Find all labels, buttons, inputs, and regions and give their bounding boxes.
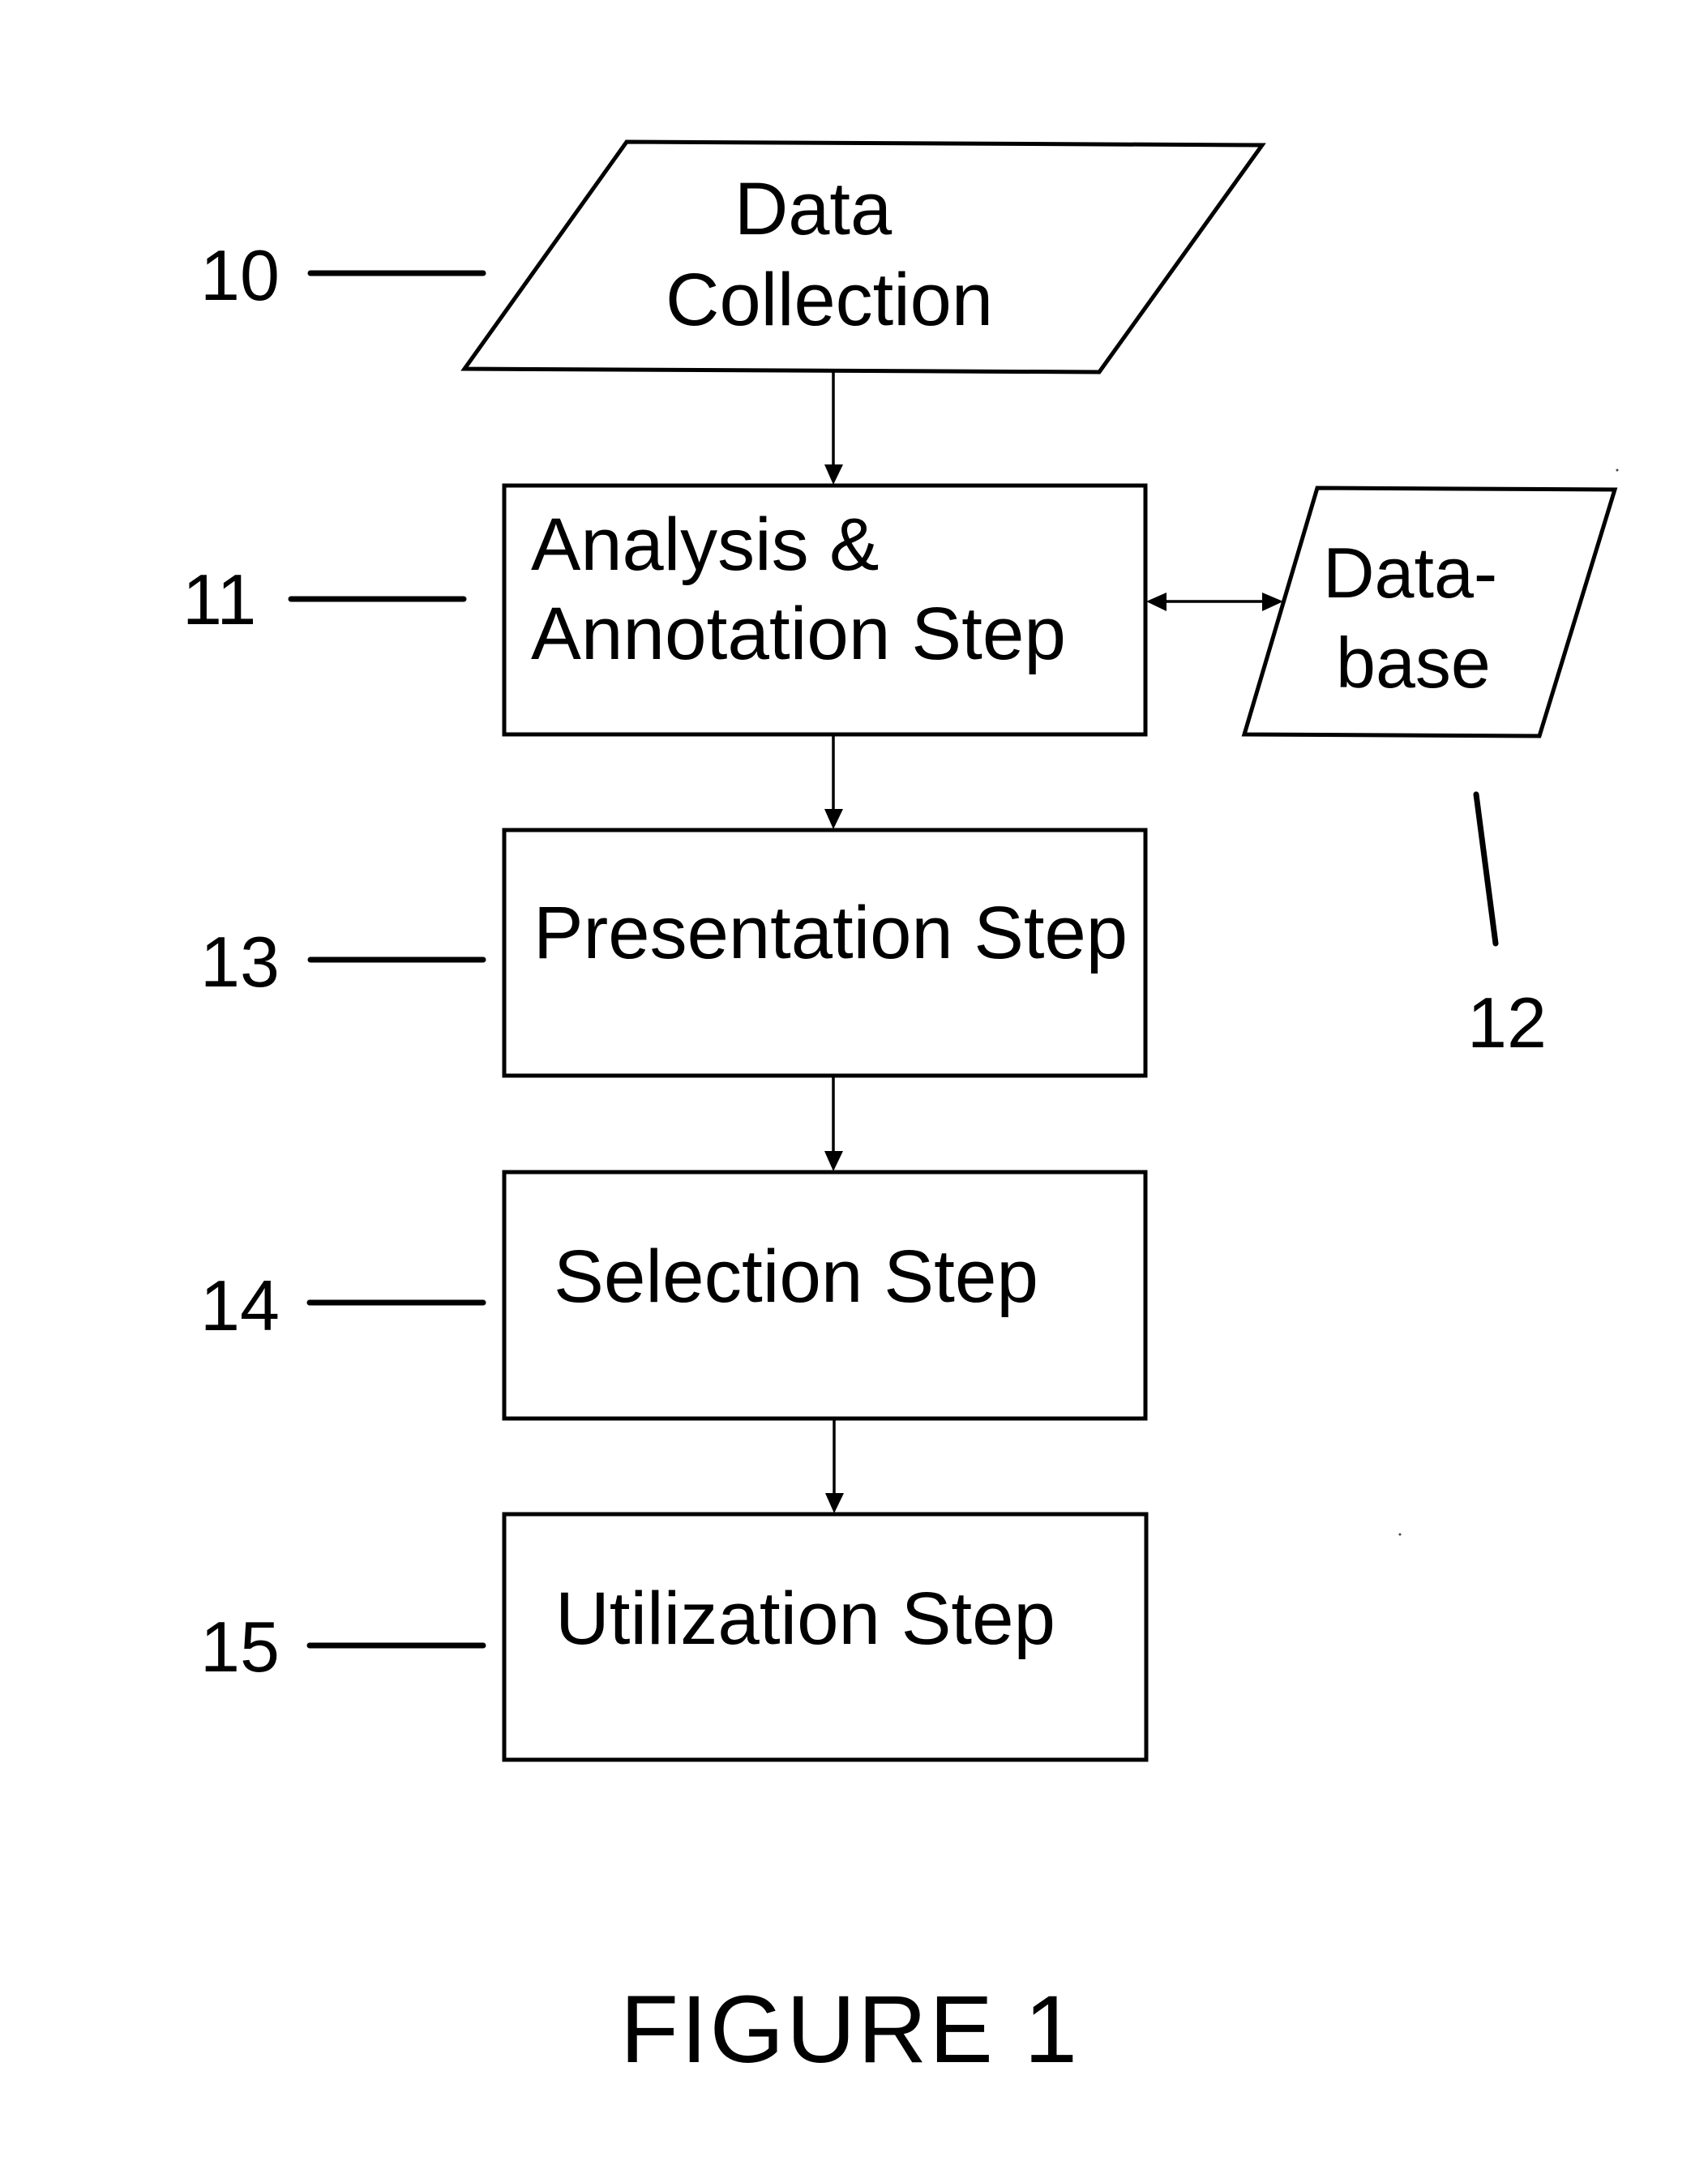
ref-15-number: 15 xyxy=(200,1607,280,1687)
ref-14-number: 14 xyxy=(200,1265,280,1346)
analysis-annotation-label-line2: Annotation Step xyxy=(531,593,1066,675)
arrowhead-down-icon xyxy=(825,1493,844,1513)
analysis-annotation-label-line1: Analysis & xyxy=(531,503,880,586)
ref-13: 13 xyxy=(200,922,486,1002)
selection-label: Selection Step xyxy=(554,1235,1038,1318)
node-analysis-annotation: Analysis & Annotation Step xyxy=(502,483,1148,737)
ref-10-number: 10 xyxy=(200,235,280,315)
arrow-selection-to-utilization xyxy=(825,1419,844,1513)
ref-10: 10 xyxy=(200,235,486,315)
arrowhead-left-icon xyxy=(1146,593,1166,611)
arrow-analysis-to-presentation xyxy=(824,734,843,829)
ref-11: 11 xyxy=(182,559,467,640)
presentation-label: Presentation Step xyxy=(533,892,1128,974)
arrowhead-down-icon xyxy=(824,464,843,485)
database-label-line2: base xyxy=(1336,623,1491,703)
ref-13-number: 13 xyxy=(200,922,280,1002)
arrowhead-down-icon xyxy=(824,1151,843,1171)
node-utilization: Utilization Step xyxy=(502,1512,1149,1762)
scan-speck xyxy=(1616,469,1619,472)
data-collection-label-line2: Collection xyxy=(666,259,993,341)
node-presentation: Presentation Step xyxy=(502,828,1148,1078)
ref-12-number: 12 xyxy=(1467,982,1547,1063)
arrow-analysis-database-bidirectional xyxy=(1146,593,1283,611)
data-collection-label-line1: Data xyxy=(734,168,893,250)
scan-speck xyxy=(1398,1533,1402,1536)
utilization-label: Utilization Step xyxy=(555,1577,1055,1660)
flowchart-diagram: Data Collection 10 Analysis & Annotation… xyxy=(182,139,1619,2083)
ref-11-number: 11 xyxy=(182,559,256,640)
node-data-collection: Data Collection xyxy=(460,139,1266,374)
arrow-data-collection-to-analysis xyxy=(824,372,843,485)
ref-15: 15 xyxy=(200,1607,486,1687)
arrow-presentation-to-selection xyxy=(824,1076,843,1171)
ref-12: 12 xyxy=(1467,791,1547,1063)
node-database: Data- base xyxy=(1241,486,1618,738)
ref-14: 14 xyxy=(200,1265,486,1346)
node-selection: Selection Step xyxy=(502,1170,1148,1421)
ref-12-leader-line xyxy=(1473,791,1499,947)
database-label-line1: Data- xyxy=(1323,533,1497,613)
figure-caption: FIGURE 1 xyxy=(620,1976,1077,2083)
arrowhead-down-icon xyxy=(824,809,843,829)
